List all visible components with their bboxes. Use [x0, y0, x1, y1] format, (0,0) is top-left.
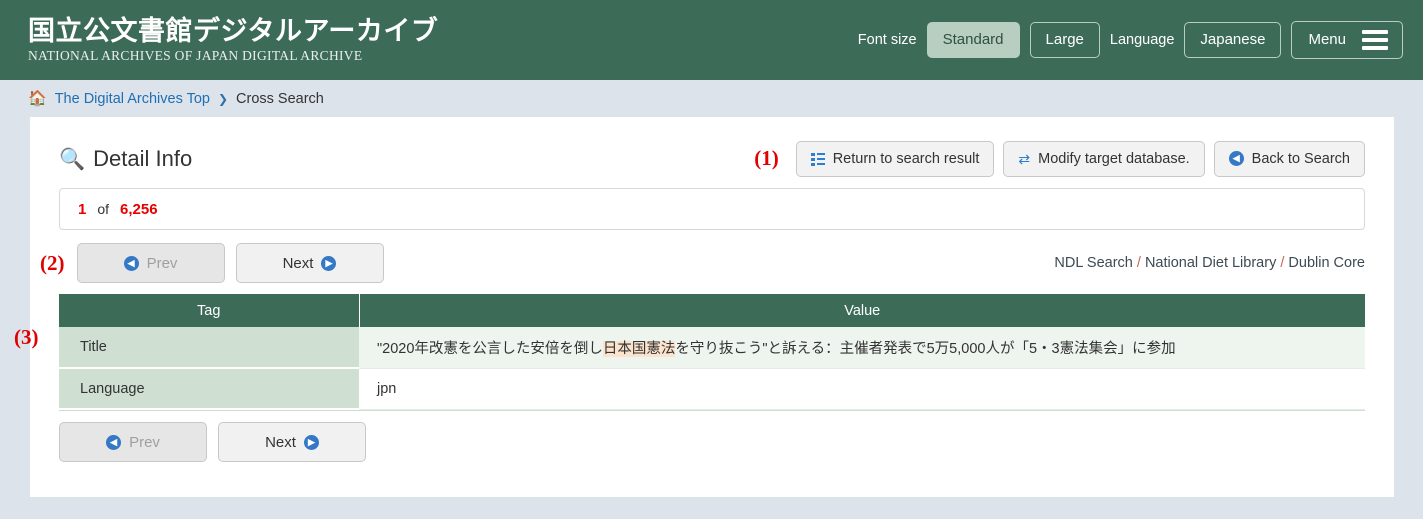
- detail-action-buttons: (1) Return to search result ⇄ Modify tar…: [754, 140, 1365, 178]
- modify-target-database-label: Modify target database.: [1038, 150, 1190, 167]
- result-counter: 1 of 6,256: [59, 188, 1365, 230]
- table-bottom-divider: [59, 410, 1365, 411]
- table-cell-value: jpn: [359, 368, 1365, 410]
- counter-of-label: of: [97, 201, 110, 217]
- database-path: NDL Search / National Diet Library / Dub…: [1054, 255, 1365, 271]
- language-japanese-button[interactable]: Japanese: [1184, 21, 1282, 59]
- database-path-part-1: NDL Search: [1054, 255, 1133, 271]
- next-button-top-label: Next: [282, 254, 314, 272]
- logo-japanese-title: 国立公文書館デジタルアーカイブ: [28, 15, 439, 46]
- breadcrumb-current: Cross Search: [236, 90, 324, 107]
- table-cell-value: "2020年改憲を公言した安倍を倒し日本国憲法を守り抜こう"と訴える：主催者発表…: [359, 327, 1365, 369]
- value-text-highlight: 日本国憲法: [602, 340, 676, 357]
- back-to-search-label: Back to Search: [1251, 150, 1350, 167]
- menu-button-label: Menu: [1308, 30, 1346, 48]
- circle-chevron-right-icon: ▶: [303, 434, 319, 450]
- database-path-part-2: National Diet Library: [1144, 255, 1277, 271]
- counter-total: 6,256: [120, 200, 158, 218]
- annotation-1: (1): [754, 146, 779, 171]
- menu-button[interactable]: Menu: [1291, 21, 1403, 59]
- value-text-before: "2020年改憲を公言した安倍を倒し: [377, 340, 603, 357]
- counter-current: 1: [78, 200, 87, 218]
- modify-target-database-button[interactable]: ⇄ Modify target database.: [1003, 140, 1205, 178]
- hamburger-icon: [1362, 30, 1388, 50]
- circle-chevron-right-icon: ▶: [321, 255, 337, 271]
- breadcrumb-link-top[interactable]: The Digital Archives Top: [55, 91, 210, 107]
- value-text-before: jpn: [377, 380, 397, 397]
- bottom-pager-buttons: ◀ Prev Next ▶: [59, 422, 1365, 462]
- prev-button-bottom[interactable]: ◀ Prev: [59, 422, 207, 462]
- circle-chevron-left-icon: ◀: [123, 255, 139, 271]
- font-size-standard-button[interactable]: Standard: [926, 21, 1020, 59]
- next-button-top[interactable]: Next ▶: [235, 243, 384, 283]
- site-logo[interactable]: 国立公文書館デジタルアーカイブ NATIONAL ARCHIVES OF JAP…: [28, 16, 438, 65]
- prev-button-bottom-label: Prev: [129, 433, 160, 451]
- table-row: Language jpn: [59, 368, 1365, 410]
- circle-chevron-left-icon: ◀: [106, 434, 122, 450]
- list-icon: [810, 152, 825, 166]
- top-pager-buttons: ◀ Prev Next ▶: [76, 243, 384, 283]
- circle-chevron-left-icon: ◀: [1228, 151, 1244, 167]
- magnifier-icon: 🔍: [59, 147, 86, 171]
- annotation-3: (3): [14, 325, 39, 349]
- next-button-bottom-label: Next: [265, 433, 296, 451]
- database-path-separator: /: [1280, 255, 1285, 271]
- return-to-search-result-button[interactable]: Return to search result: [795, 140, 995, 178]
- font-size-label: Font size: [857, 32, 917, 48]
- top-pager-row: (2) ◀ Prev Next ▶ NDL Search / National …: [40, 242, 1365, 284]
- return-to-search-result-label: Return to search result: [832, 150, 980, 167]
- prev-button-top-label: Prev: [146, 254, 178, 272]
- detail-title-row: 🔍 Detail Info (1) Return to search resul…: [59, 133, 1365, 185]
- table-header-value: Value: [359, 294, 1365, 327]
- font-size-large-button[interactable]: Large: [1029, 21, 1100, 59]
- top-pager-left: (2) ◀ Prev Next ▶: [40, 243, 384, 283]
- page-title: 🔍 Detail Info: [59, 146, 192, 172]
- database-path-separator: /: [1136, 255, 1141, 271]
- value-text-after: を守り抜こう"と訴える：主催者発表で5万5,000人が「5・3憲法集会」に参加: [675, 340, 1176, 357]
- exchange-arrows-icon: ⇄: [1018, 150, 1031, 167]
- detail-table: Tag Value Title "2020年改憲を公言した安倍を倒し日本国憲法を…: [59, 294, 1365, 410]
- back-to-search-button[interactable]: ◀ Back to Search: [1213, 140, 1365, 178]
- database-path-part-3: Dublin Core: [1288, 255, 1365, 271]
- breadcrumb-separator-icon: ❯: [217, 91, 229, 106]
- next-button-bottom[interactable]: Next ▶: [218, 422, 366, 462]
- header-controls: Font size Standard Large Language Japane…: [858, 21, 1403, 59]
- table-header-tag: Tag: [59, 294, 360, 327]
- home-icon[interactable]: 🏠: [28, 91, 47, 106]
- prev-button-top[interactable]: ◀ Prev: [76, 243, 225, 283]
- content-card: 🔍 Detail Info (1) Return to search resul…: [30, 117, 1394, 497]
- annotation-2: (2): [40, 250, 65, 275]
- language-label: Language: [1109, 32, 1175, 48]
- breadcrumb: 🏠 The Digital Archives Top ❯ Cross Searc…: [0, 80, 1423, 117]
- page-title-text: Detail Info: [93, 146, 193, 171]
- table-header-row: Tag Value: [59, 294, 1365, 327]
- table-cell-tag: Title: [59, 327, 359, 369]
- table-cell-tag: Language: [59, 368, 359, 410]
- site-header: 国立公文書館デジタルアーカイブ NATIONAL ARCHIVES OF JAP…: [0, 0, 1423, 80]
- logo-english-title: NATIONAL ARCHIVES OF JAPAN DIGITAL ARCHI…: [28, 47, 363, 63]
- table-row: Title "2020年改憲を公言した安倍を倒し日本国憲法を守り抜こう"と訴える…: [59, 327, 1365, 369]
